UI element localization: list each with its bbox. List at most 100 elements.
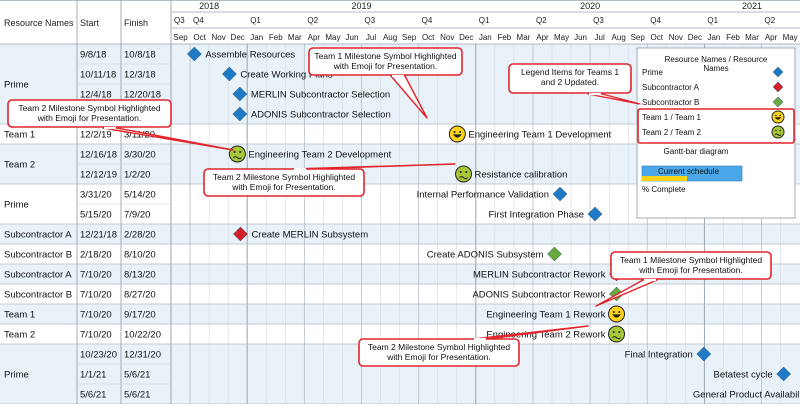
finish-date-cell: 10/22/20 xyxy=(124,330,161,341)
legend-gantt-title: Gantt-bar diagram xyxy=(664,147,729,156)
start-date-cell: 12/4/18 xyxy=(80,90,112,101)
task-label: Betatest cycle xyxy=(714,370,773,381)
legend-item-marker[interactable] xyxy=(771,125,785,139)
quarter-label: Q1 xyxy=(250,16,261,25)
finish-date-cell: 8/13/20 xyxy=(124,270,156,281)
quarter-label: Q3 xyxy=(174,16,185,25)
task-label: First Integration Phase xyxy=(488,210,584,221)
smiley-eye xyxy=(775,114,777,117)
finish-date-cell: 9/17/20 xyxy=(124,310,156,321)
gantt-chart-svg: Q3 Q4 Q1 Q2 Q3 Q4 Q1 Q2 Q3 Q4 Q1 Q2 2018 2019 2020 2021… xyxy=(0,0,800,405)
finish-date-cell: 8/27/20 xyxy=(124,290,156,301)
task-label: Resistance calibration xyxy=(475,170,568,181)
start-date-cell: 2/18/20 xyxy=(80,250,112,261)
month-label: Mar xyxy=(288,33,302,42)
month-label: Nov xyxy=(440,33,454,42)
task-label: ADONIS Subcontractor Rework xyxy=(472,290,605,301)
smiley-face xyxy=(771,125,785,139)
callout-text: with Emoji for Presentation. xyxy=(333,61,437,71)
legend-item-label: Prime xyxy=(642,68,663,77)
quarter-label: Q2 xyxy=(765,16,776,25)
year-label: 2018 xyxy=(199,1,219,11)
month-label: Nov xyxy=(212,33,226,42)
legend-complete-bar xyxy=(642,176,687,181)
smiley-eye xyxy=(453,130,456,134)
resource-name-cell: Team 2 xyxy=(4,160,35,171)
start-date-cell: 12/16/18 xyxy=(80,150,117,161)
month-label: Mar xyxy=(517,33,531,42)
resource-name-cell: Subcontractor A xyxy=(4,270,72,281)
task-label: Internal Performance Validation xyxy=(417,190,549,201)
finish-date-cell: 7/9/20 xyxy=(124,210,150,221)
quarter-label: Q4 xyxy=(422,16,433,25)
quarter-label: Q1 xyxy=(479,16,490,25)
task-label: Engineering Team 2 Development xyxy=(248,150,391,161)
month-label: Aug xyxy=(383,33,397,42)
milestone-marker[interactable] xyxy=(608,305,626,323)
start-date-cell: 12/2/19 xyxy=(80,130,112,141)
gantt-chart-view: Q3 Q4 Q1 Q2 Q3 Q4 Q1 Q2 Q3 Q4 Q1 Q2 2018 2019 2020 2021… xyxy=(0,0,800,405)
year-label: 2020 xyxy=(580,1,600,11)
task-label: Engineering Team 1 Rework xyxy=(486,310,605,321)
resource-name-cell: Team 1 xyxy=(4,130,35,141)
column-header-start: Start xyxy=(80,18,100,28)
legend-item-label: Team 1 / Team 1 xyxy=(642,113,702,122)
milestone-marker[interactable] xyxy=(455,165,473,183)
start-date-cell: 10/11/18 xyxy=(80,70,116,81)
smiley-face xyxy=(771,110,785,124)
finish-date-cell: 1/2/20 xyxy=(124,170,150,181)
milestone-marker[interactable] xyxy=(228,145,246,163)
month-label: Dec xyxy=(688,33,702,42)
legend-item-label: Subcontractor B xyxy=(642,98,699,107)
task-label: MERLIN Subcontractor Rework xyxy=(473,270,606,281)
month-label: Feb xyxy=(726,33,740,42)
start-date-cell: 7/10/20 xyxy=(80,290,112,301)
month-label: Oct xyxy=(651,33,664,42)
month-label: Sep xyxy=(631,33,646,42)
finish-date-cell: 12/3/18 xyxy=(124,70,156,81)
month-label: Jul xyxy=(366,33,376,42)
start-date-cell: 10/23/20 xyxy=(80,350,117,361)
smiley-face xyxy=(608,325,626,343)
callout-text: Team 2 Milestone Symbol Highlighted xyxy=(213,172,355,182)
callout-text: Team 1 Milestone Symbol Highlighted xyxy=(620,255,762,265)
month-label: Feb xyxy=(269,33,283,42)
task-label: Final Integration xyxy=(625,350,693,361)
task-label: Create MERLIN Subsystem xyxy=(251,230,368,241)
quarter-label: Q3 xyxy=(365,16,376,25)
smiley-face xyxy=(455,165,473,183)
legend-title: Resource Names / Resource xyxy=(665,55,768,64)
start-date-cell: 5/6/21 xyxy=(80,390,106,401)
start-date-cell: 1/1/21 xyxy=(80,370,106,381)
month-label: Jan xyxy=(707,33,720,42)
legend-item-marker[interactable] xyxy=(771,110,785,124)
finish-date-cell: 12/31/20 xyxy=(124,350,161,361)
milestone-marker[interactable] xyxy=(448,125,466,143)
task-label: Assemble Resources xyxy=(205,50,295,61)
month-label: Apr xyxy=(308,33,321,42)
smiley-eye xyxy=(618,310,621,314)
callout-text: Team 1 Milestone Symbol Highlighted xyxy=(314,51,456,61)
smiley-eye xyxy=(779,114,781,117)
smiley-face xyxy=(228,145,246,163)
smiley-eye xyxy=(239,150,242,154)
callout-text: Team 2 Milestone Symbol Highlighted xyxy=(18,103,160,113)
callout-text: Team 2 Milestone Symbol Highlighted xyxy=(368,342,510,352)
start-date-cell: 12/12/19 xyxy=(80,170,117,181)
finish-date-cell: 5/6/21 xyxy=(124,390,150,401)
finish-date-cell: 5/6/21 xyxy=(124,370,150,381)
month-label: Jul xyxy=(595,33,605,42)
start-date-cell: 12/21/18 xyxy=(80,230,117,241)
quarter-label: Q2 xyxy=(536,16,547,25)
task-label: ADONIS Subcontractor Selection xyxy=(251,110,391,121)
row-band xyxy=(0,284,800,304)
callout-text: with Emoji for Presentation. xyxy=(638,265,742,275)
finish-date-cell: 2/28/20 xyxy=(124,230,156,241)
month-label: Nov xyxy=(669,33,683,42)
milestone-marker[interactable] xyxy=(608,325,626,343)
smiley-eye xyxy=(459,130,462,134)
month-label: Aug xyxy=(612,33,626,42)
finish-date-cell: 12/20/18 xyxy=(124,90,161,101)
month-label: May xyxy=(325,33,340,42)
legend-current-schedule: Current schedule xyxy=(658,167,719,176)
